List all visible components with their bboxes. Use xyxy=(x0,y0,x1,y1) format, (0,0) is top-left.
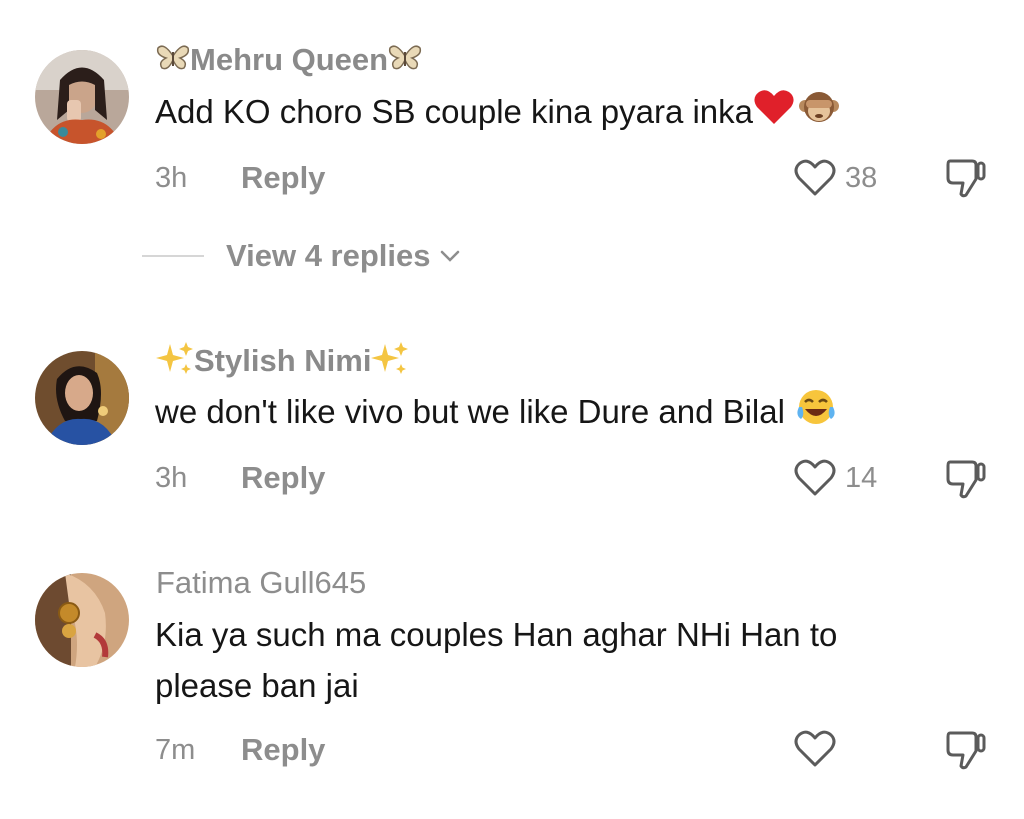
view-replies-label[interactable]: View 4 replies xyxy=(226,238,431,274)
butterfly-icon xyxy=(156,42,190,82)
avatar[interactable] xyxy=(35,50,129,144)
username-text[interactable]: Mehru Queen xyxy=(190,42,388,77)
username[interactable]: Mehru Queen xyxy=(156,40,422,82)
dislike-icon[interactable] xyxy=(942,725,990,773)
comment-time: 3h xyxy=(155,462,188,494)
comment-text: Add KO choro SB couple kina pyara inka xyxy=(155,86,955,140)
see-no-evil-monkey-emoji xyxy=(799,88,840,140)
reply-button[interactable]: Reply xyxy=(241,160,325,196)
username[interactable]: Fatima Gull645 xyxy=(156,563,366,603)
heart-outline-icon xyxy=(794,730,836,767)
like-button[interactable]: 38 xyxy=(793,155,877,201)
dislike-icon[interactable] xyxy=(942,454,990,502)
comment-time: 7m xyxy=(155,734,196,766)
heart-outline-icon xyxy=(794,159,836,196)
divider-line xyxy=(142,255,204,257)
comment-time: 3h xyxy=(155,162,188,194)
username-text[interactable]: Stylish Nimi xyxy=(194,343,371,378)
comment-text: we don't like vivo but we like Dure and … xyxy=(155,386,955,441)
avatar[interactable] xyxy=(35,573,129,667)
heart-outline-icon xyxy=(794,459,836,496)
comment-text-content: we don't like vivo but we like Dure and … xyxy=(155,393,785,430)
like-count: 38 xyxy=(845,161,878,194)
dislike-icon[interactable] xyxy=(942,153,990,201)
butterfly-icon xyxy=(388,42,422,82)
chevron-down-icon xyxy=(440,250,459,262)
view-replies-button[interactable]: View 4 replies xyxy=(142,236,461,276)
username[interactable]: Stylish Nimi xyxy=(156,340,409,386)
comments-list: Mehru Queen Add KO choro SB couple kina … xyxy=(0,0,1024,819)
red-heart-emoji xyxy=(753,88,795,140)
comment-text: Kia ya such ma couples Han aghar NHi Han… xyxy=(155,616,838,704)
avatar[interactable] xyxy=(35,351,129,445)
reply-button[interactable]: Reply xyxy=(241,460,325,496)
comment-text-content: Add KO choro SB couple kina pyara inka xyxy=(155,93,754,130)
sparkles-icon xyxy=(156,340,194,386)
like-count: 14 xyxy=(845,461,878,494)
like-button[interactable]: 14 xyxy=(793,455,877,501)
sparkles-icon xyxy=(371,340,409,386)
tears-of-joy-emoji xyxy=(795,387,837,441)
reply-button[interactable]: Reply xyxy=(241,732,325,768)
like-button[interactable] xyxy=(793,726,837,772)
